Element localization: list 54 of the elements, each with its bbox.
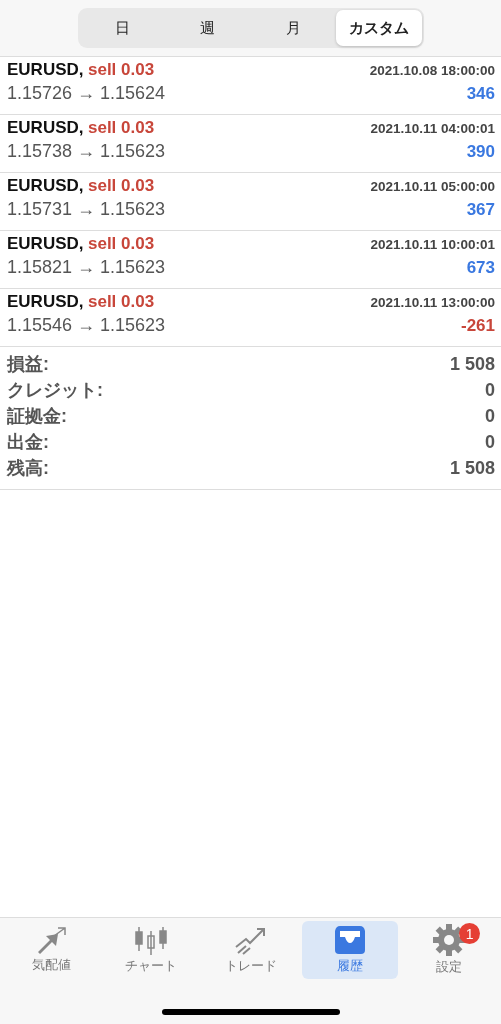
summary-label: 損益:	[7, 353, 49, 376]
symbol-text: EURUSD,	[7, 60, 84, 79]
deal-row[interactable]: EURUSD, sell 0.03 2021.10.11 10:00:01 1.15821 → 1.15623 673	[0, 231, 501, 289]
symbol-text: EURUSD,	[7, 292, 84, 311]
deal-row[interactable]: EURUSD, sell 0.03 2021.10.08 18:00:00 1.15726 → 1.15624 346	[0, 57, 501, 115]
summary-label: クレジット:	[7, 379, 103, 402]
gear-icon	[433, 924, 466, 956]
order-side-text: sell 0.03	[87, 292, 155, 311]
summary-value: 0	[485, 405, 495, 427]
period-tab[interactable]: 週	[165, 10, 251, 46]
period-tab[interactable]: カスタム	[336, 10, 422, 46]
candlestick-icon	[134, 925, 169, 955]
deal-time: 2021.10.08 18:00:00	[369, 62, 495, 78]
price-text: 1.15821 → 1.15623	[7, 257, 166, 278]
deal-time: 2021.10.11 05:00:00	[370, 178, 495, 194]
order-side-text: sell 0.03	[87, 118, 155, 137]
profit-text: 367	[466, 199, 495, 220]
summary-value: 1 508	[449, 457, 495, 479]
symbol-text: EURUSD,	[7, 176, 84, 195]
tab-bar-item[interactable]: 気配値	[4, 921, 100, 979]
deal-row[interactable]: EURUSD, sell 0.03 2021.10.11 13:00:00 1.15546 → 1.15623 -261	[0, 289, 501, 347]
deal-row[interactable]: EURUSD, sell 0.03 2021.10.11 04:00:01 1.15738 → 1.15623 390	[0, 115, 501, 173]
deal-time: 2021.10.11 10:00:01	[370, 236, 495, 252]
price-text: 1.15546 → 1.15623	[7, 315, 166, 336]
notification-badge: 1	[459, 923, 481, 944]
profit-text: 673	[466, 257, 495, 278]
profit-text: 346	[466, 83, 495, 104]
summary-value: 0	[485, 379, 495, 401]
order-side-text: sell 0.03	[87, 60, 155, 79]
period-tab[interactable]: 日	[79, 10, 165, 46]
deal-time: 2021.10.11 04:00:01	[370, 120, 495, 136]
tab-bar-item[interactable]: 履歴	[302, 921, 398, 979]
price-text: 1.15731 → 1.15623	[7, 199, 166, 220]
order-side-text: sell 0.03	[87, 234, 155, 253]
inbox-icon	[333, 925, 366, 955]
deal-time: 2021.10.11 13:00:00	[370, 294, 495, 310]
symbol-text: EURUSD,	[7, 118, 84, 137]
period-tab[interactable]: 月	[250, 10, 336, 46]
symbol-text: EURUSD,	[7, 234, 84, 253]
price-text: 1.15726 → 1.15624	[7, 83, 166, 104]
trend-arrow-icon	[233, 925, 268, 955]
summary-value: 0	[485, 431, 495, 453]
tab-bar-item[interactable]: トレード	[202, 921, 299, 979]
summary-label: 証拠金:	[7, 405, 67, 428]
tab-bar-item[interactable]: チャート	[103, 921, 199, 979]
summary-value: 1 508	[449, 353, 495, 375]
summary-label: 残高:	[7, 457, 49, 480]
deal-row[interactable]: EURUSD, sell 0.03 2021.10.11 05:00:00 1.15731 → 1.15623 367	[0, 173, 501, 231]
tab-bar-item[interactable]: 設定 1	[401, 921, 498, 979]
price-text: 1.15738 → 1.15623	[7, 141, 166, 162]
order-side-text: sell 0.03	[87, 176, 155, 195]
summary-label: 出金:	[7, 431, 49, 454]
profit-text: 390	[466, 141, 495, 162]
profit-text: -261	[460, 315, 495, 336]
